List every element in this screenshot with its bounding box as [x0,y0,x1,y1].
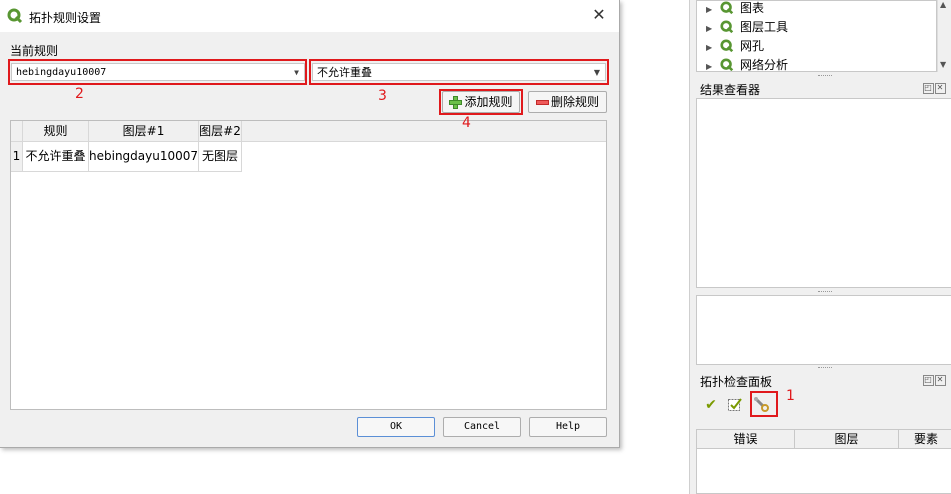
rules-table-header: 规则 图层#1 图层#2 [11,121,606,142]
annotation-number-2: 2 [75,86,84,102]
tree-item-label: 网孔 [740,39,765,53]
annotation-box-2 [8,59,307,85]
expand-arrow-icon[interactable]: ▶ [706,1,720,19]
table-cell-rule[interactable]: 不允许重叠 [23,142,89,172]
qgis-logo-icon [720,39,734,53]
column-header-feature[interactable]: 要素 [899,430,951,448]
delete-rule-button[interactable]: 删除规则 [528,91,607,113]
secondary-panel-area [696,295,951,365]
float-icon[interactable]: ◰ [923,83,934,94]
qgis-logo-icon [720,20,734,34]
table-cell-layer1[interactable]: hebingdayu10007 [89,142,199,172]
help-button[interactable]: Help [529,417,607,437]
column-header-error[interactable]: 错误 [697,430,795,448]
close-icon[interactable]: ✕ [935,375,946,386]
right-dock-panel: ▶ 图表 ▶ 图层工具 ▶ 网孔 ▶ 网络分析 ▲ ▼ 结果查看器 ◰ ✕ 拓扑检查面板 … [689,0,951,494]
expand-arrow-icon[interactable]: ▶ [706,39,720,57]
tree-item-charts[interactable]: ▶ 图表 [706,1,765,19]
splitter-handle[interactable] [818,75,832,79]
column-header-rule[interactable]: 规则 [23,121,89,141]
column-header-layer1[interactable]: 图层#1 [89,121,199,141]
topology-panel-title: 拓扑检查面板 [700,375,773,389]
current-rule-label: 当前规则 [10,44,59,58]
qgis-logo-icon [720,58,734,71]
tree-scrollbar[interactable]: ▲ ▼ [937,0,950,72]
annotation-box-4 [439,89,523,115]
check-extent-icon[interactable] [726,396,744,414]
qgis-logo-icon [720,1,734,15]
scroll-up-icon[interactable]: ▲ [940,0,946,9]
annotation-number-3: 3 [378,88,387,104]
column-header-layer[interactable]: 图层 [795,430,899,448]
checkmark-icon[interactable]: ✔ [702,396,720,414]
annotation-number-1: 1 [786,388,795,404]
expand-arrow-icon[interactable]: ▶ [706,20,720,38]
dock-controls: ◰ ✕ [922,375,946,386]
tree-item-layer-tools[interactable]: ▶ 图层工具 [706,18,788,36]
tree-item-label: 图层工具 [740,20,789,34]
float-icon[interactable]: ◰ [923,375,934,386]
tree-item-network-analysis[interactable]: ▶ 网络分析 [706,56,789,72]
expand-arrow-icon[interactable]: ▶ [706,58,720,71]
result-viewer-title: 结果查看器 [700,83,761,97]
row-index[interactable]: 1 [11,142,23,172]
rules-table: 规则 图层#1 图层#2 1 不允许重叠 hebingdayu10007 无图层 [10,120,607,410]
ok-button[interactable]: OK [357,417,435,437]
result-viewer-area [696,98,951,288]
annotation-number-4: 4 [462,115,471,131]
topology-rule-settings-dialog: 拓扑规则设置 ✕ 当前规则 hebingdayu10007 ▼ 不允许重叠 ▼ … [0,0,620,448]
scroll-down-icon[interactable]: ▼ [940,60,946,69]
qgis-logo-icon [7,8,23,24]
processing-toolbox-tree: ▶ 图表 ▶ 图层工具 ▶ 网孔 ▶ 网络分析 [696,0,937,72]
table-cell-layer2[interactable]: 无图层 [199,142,242,172]
cancel-button[interactable]: Cancel [443,417,521,437]
close-icon[interactable]: ✕ [589,5,609,25]
delete-rule-label: 删除规则 [550,95,599,109]
splitter-handle[interactable] [818,367,832,371]
dialog-titlebar: 拓扑规则设置 ✕ [0,0,619,32]
row-header-corner [11,121,23,141]
tree-item-mesh[interactable]: ▶ 网孔 [706,37,764,55]
close-icon[interactable]: ✕ [935,83,946,94]
tree-item-label: 图表 [740,1,765,15]
dock-controls: ◰ ✕ [922,83,946,94]
errors-table-body [696,449,951,494]
annotation-box-1 [750,391,778,417]
dialog-title: 拓扑规则设置 [29,11,102,25]
annotation-box-3 [309,59,609,85]
minus-icon [535,100,549,105]
column-header-layer2[interactable]: 图层#2 [199,121,242,141]
errors-table-header: 错误 图层 要素 [696,429,951,449]
tree-item-label: 网络分析 [740,58,789,72]
